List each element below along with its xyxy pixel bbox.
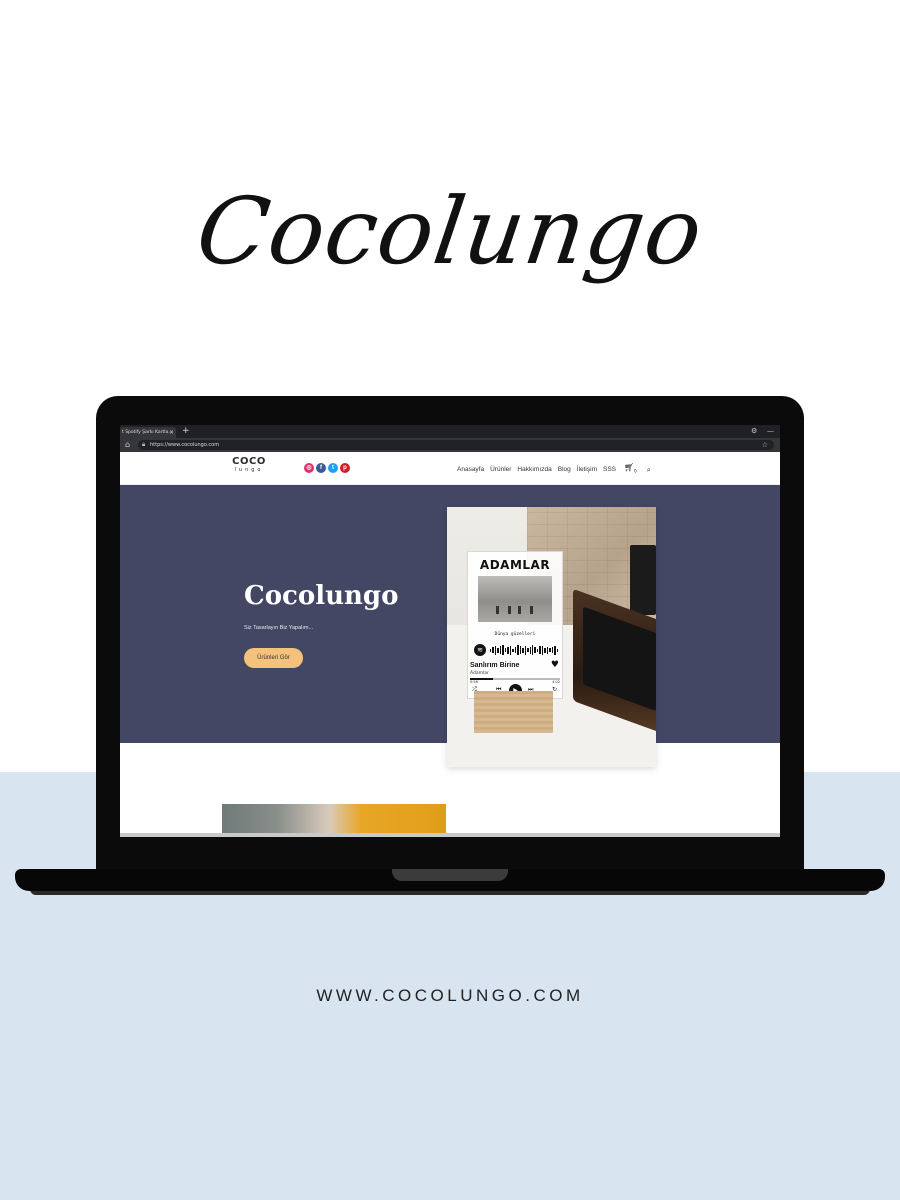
account-icon[interactable]: ⚙ bbox=[751, 427, 757, 436]
pinterest-icon[interactable]: p bbox=[340, 463, 350, 473]
wooden-stand bbox=[474, 691, 553, 733]
facebook-icon[interactable]: f bbox=[316, 463, 326, 473]
tab-title: t Spotify Şarkı Kartla... bbox=[122, 430, 173, 435]
home-icon[interactable]: ⌂ bbox=[125, 440, 130, 450]
figure bbox=[496, 606, 499, 614]
waveform-bar bbox=[519, 646, 522, 654]
site-header: COCO lungo ◎ f t p Anasayfa Ürünler Hakkımı… bbox=[120, 452, 780, 485]
album-photo bbox=[478, 576, 552, 622]
nav-urunler[interactable]: Ürünler bbox=[490, 464, 511, 476]
page-title: Cocolungo bbox=[190, 178, 710, 285]
waveform-bar bbox=[536, 648, 539, 652]
nav-iletisim[interactable]: İletişim bbox=[577, 464, 597, 476]
lock-icon: 🔒︎ bbox=[142, 441, 146, 448]
nav-sss[interactable]: SSS bbox=[603, 464, 616, 476]
song-artist: Adamlar bbox=[470, 671, 489, 676]
waveform-bar bbox=[499, 646, 502, 654]
social-links: ◎ f t p bbox=[304, 463, 350, 473]
logo-bottom-text: lungo bbox=[234, 467, 264, 473]
new-tab-button[interactable]: + bbox=[182, 426, 190, 437]
cart-icon[interactable]: 🛒︎0 bbox=[624, 462, 637, 478]
waveform-bar bbox=[546, 646, 549, 654]
spotify-plaque: ADAMLAR Dünya güzelleri ≋ Sanlırım Birin… bbox=[467, 551, 563, 699]
figure bbox=[508, 606, 511, 614]
browser-addressbar: ⌂ 🔒︎ https://www.cocolungo.com ☆ bbox=[120, 438, 780, 452]
logo-top-text: COCO bbox=[232, 456, 266, 467]
waveform-bar bbox=[539, 646, 541, 654]
url-text: https://www.cocolungo.com bbox=[150, 442, 220, 448]
waveform-bar bbox=[514, 647, 517, 653]
spotify-code: ≋ bbox=[474, 643, 559, 657]
album-name: Dünya güzelleri bbox=[494, 632, 536, 637]
waveform-bar bbox=[507, 646, 509, 654]
browser-tabbar: t Spotify Şarkı Kartla... × + ⚙ — bbox=[120, 425, 780, 438]
cart-count: 0 bbox=[634, 468, 637, 474]
page-scroll-edge bbox=[120, 833, 780, 837]
waveform-bar bbox=[490, 648, 492, 652]
product-image: ADAMLAR Dünya güzelleri ≋ Sanlırım Birin… bbox=[447, 507, 656, 767]
waveform-bar bbox=[554, 645, 556, 655]
spotify-waveform bbox=[490, 645, 559, 655]
waveform-bar bbox=[541, 645, 544, 655]
search-icon[interactable]: ⌕ bbox=[647, 464, 651, 476]
waveform-bar bbox=[524, 645, 527, 655]
waveform-bar bbox=[556, 648, 559, 652]
camera-prop bbox=[630, 545, 656, 615]
close-icon[interactable]: × bbox=[169, 430, 174, 436]
laptop-screen: t Spotify Şarkı Kartla... × + ⚙ — ⌂ 🔒︎ h… bbox=[120, 425, 780, 837]
hero-subtitle: Siz Tasarlayın Biz Yapalım... bbox=[244, 625, 314, 631]
view-products-button[interactable]: Ürünleri Gör bbox=[244, 648, 303, 668]
heart-icon: ♥ bbox=[550, 660, 559, 670]
instagram-icon[interactable]: ◎ bbox=[304, 463, 314, 473]
site-logo[interactable]: COCO lungo bbox=[230, 457, 268, 474]
waveform-bar bbox=[512, 648, 514, 652]
nav-anasayfa[interactable]: Anasayfa bbox=[457, 464, 484, 476]
waveform-bar bbox=[534, 647, 536, 653]
hero-title: Cocolungo bbox=[244, 581, 399, 611]
plaque-title: ADAMLAR bbox=[479, 558, 551, 572]
star-icon[interactable]: ☆ bbox=[762, 440, 768, 450]
waveform-bar bbox=[502, 645, 504, 655]
waveform-bar bbox=[527, 648, 529, 652]
waveform-bar bbox=[494, 645, 497, 655]
song-progress bbox=[470, 678, 560, 680]
song-title: Sanlırım Birine bbox=[470, 662, 520, 669]
url-input[interactable]: 🔒︎ https://www.cocolungo.com ☆ bbox=[138, 440, 774, 450]
waveform-bar bbox=[517, 645, 519, 655]
figure bbox=[518, 606, 521, 614]
minimize-icon[interactable]: — bbox=[767, 427, 774, 436]
waveform-bar bbox=[497, 647, 499, 653]
waveform-bar bbox=[531, 645, 534, 655]
spotify-icon: ≋ bbox=[474, 644, 486, 656]
main-nav: Anasayfa Ürünler Hakkımızda Blog İletişi… bbox=[457, 462, 651, 478]
waveform-bar bbox=[509, 645, 512, 655]
waveform-bar bbox=[492, 647, 494, 653]
footer-url: WWW.COCOLUNGO.COM bbox=[316, 986, 584, 1005]
record-player-deck bbox=[583, 606, 656, 712]
waveform-bar bbox=[551, 647, 554, 653]
browser-tab[interactable]: t Spotify Şarkı Kartla... × bbox=[120, 427, 176, 438]
waveform-bar bbox=[549, 648, 551, 652]
nav-blog[interactable]: Blog bbox=[558, 464, 571, 476]
laptop-notch bbox=[392, 869, 508, 881]
figure bbox=[530, 606, 533, 614]
waveform-bar bbox=[522, 647, 524, 653]
waveform-bar bbox=[529, 646, 531, 654]
waveform-bar bbox=[504, 648, 507, 652]
nav-hakkimizda[interactable]: Hakkımızda bbox=[517, 464, 551, 476]
twitter-icon[interactable]: t bbox=[328, 463, 338, 473]
waveform-bar bbox=[544, 647, 546, 653]
